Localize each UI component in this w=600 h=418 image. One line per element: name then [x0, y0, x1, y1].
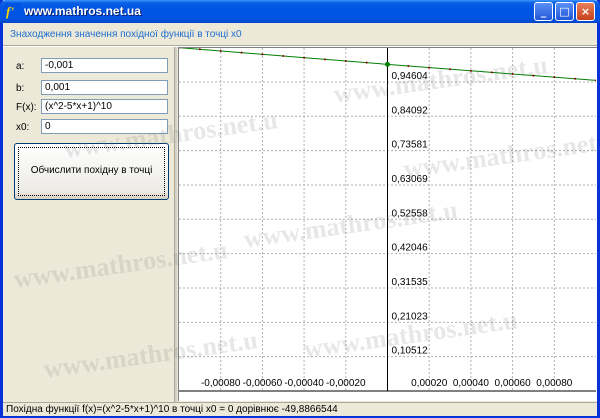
curve-sample-point — [198, 48, 201, 51]
curve-sample-point — [490, 71, 493, 74]
x-tick-label: 0,00040 — [453, 378, 490, 389]
page-subtitle: Знаходження значення похідної функції в … — [10, 29, 242, 40]
maximize-button[interactable]: □ — [555, 2, 574, 21]
curve-sample-point — [449, 68, 452, 71]
label-x0: x0: — [16, 122, 30, 133]
x-tick-label: 0,00080 — [536, 378, 573, 389]
x-tick-label: -0,00020 — [326, 378, 366, 389]
curve-sample-point — [282, 55, 285, 58]
curve-sample-point — [240, 51, 243, 54]
y-tick-label: 0,63069 — [392, 174, 429, 185]
curve-sample-point — [553, 76, 556, 79]
status-bar: Похідна функції f(x)=(x^2-5*x+1)^10 в то… — [3, 402, 597, 416]
label-function: F(x): — [16, 102, 37, 113]
input-x0[interactable]: 0 — [41, 119, 168, 134]
label-a: a: — [16, 61, 25, 72]
label-b: b: — [16, 83, 25, 94]
curve-sample-point — [407, 64, 410, 67]
y-tick-label: 0,10512 — [392, 346, 429, 357]
calculate-derivative-button[interactable]: Обчислити похідну в точці — [14, 143, 169, 200]
close-button[interactable]: × — [576, 2, 595, 21]
y-tick-label: 0,52558 — [392, 208, 429, 219]
panel-splitter[interactable] — [174, 47, 177, 402]
curve-sample-point — [261, 53, 264, 56]
window-title: www.mathros.net.ua — [24, 4, 141, 18]
curve-sample-point — [344, 60, 347, 63]
curve-sample-point — [303, 56, 306, 59]
derivative-chart: -0,00080 -0,00060 -0,00040 -0,00020 0,00020 0… — [179, 48, 596, 392]
status-result-text: Похідна функції f(x)=(x^2-5*x+1)^10 в то… — [6, 404, 338, 415]
minimize-button[interactable]: _ — [534, 2, 553, 21]
y-tick-label: 0,73581 — [392, 140, 429, 151]
svg-text:f': f' — [6, 4, 14, 19]
title-bar[interactable]: f' www.mathros.net.ua _ □ × — [0, 0, 600, 23]
y-tick-label: 0,84092 — [392, 105, 429, 116]
curve-sample-point — [469, 69, 472, 72]
plot-area: -0,00080 -0,00060 -0,00040 -0,00020 0,00020 0… — [178, 47, 597, 401]
y-tick-label: 0,94604 — [392, 71, 429, 82]
curve-sample-point — [365, 61, 368, 64]
input-b[interactable]: 0,001 — [41, 80, 168, 95]
x-tick-label: 0,00020 — [411, 378, 448, 389]
x0-point-marker — [385, 61, 390, 67]
x-tick-label: -0,00080 — [201, 378, 241, 389]
curve-sample-point — [428, 66, 431, 69]
x-tick-label: 0,00060 — [495, 378, 532, 389]
curve-sample-point — [595, 79, 596, 82]
app-window: f' www.mathros.net.ua _ □ × Знаходження … — [0, 0, 600, 418]
x-tick-label: -0,00060 — [243, 378, 283, 389]
input-a[interactable]: -0,001 — [41, 58, 168, 73]
curve-sample-point — [532, 74, 535, 77]
curve-sample-point — [574, 77, 577, 80]
curve-sample-point — [179, 48, 180, 49]
y-tick-label: 0,31535 — [392, 277, 429, 288]
y-tick-label: 0,21023 — [392, 311, 429, 322]
y-tick-label: 0,42046 — [392, 243, 429, 254]
input-function[interactable]: (x^2-5*x+1)^10 — [41, 99, 168, 114]
curve-sample-point — [511, 73, 514, 76]
calculate-button-label: Обчислити похідну в точці — [30, 165, 153, 176]
x-tick-label: -0,00040 — [284, 378, 324, 389]
curve-sample-point — [219, 49, 222, 52]
app-logo-icon: f' — [5, 3, 21, 19]
curve-sample-point — [323, 58, 326, 61]
